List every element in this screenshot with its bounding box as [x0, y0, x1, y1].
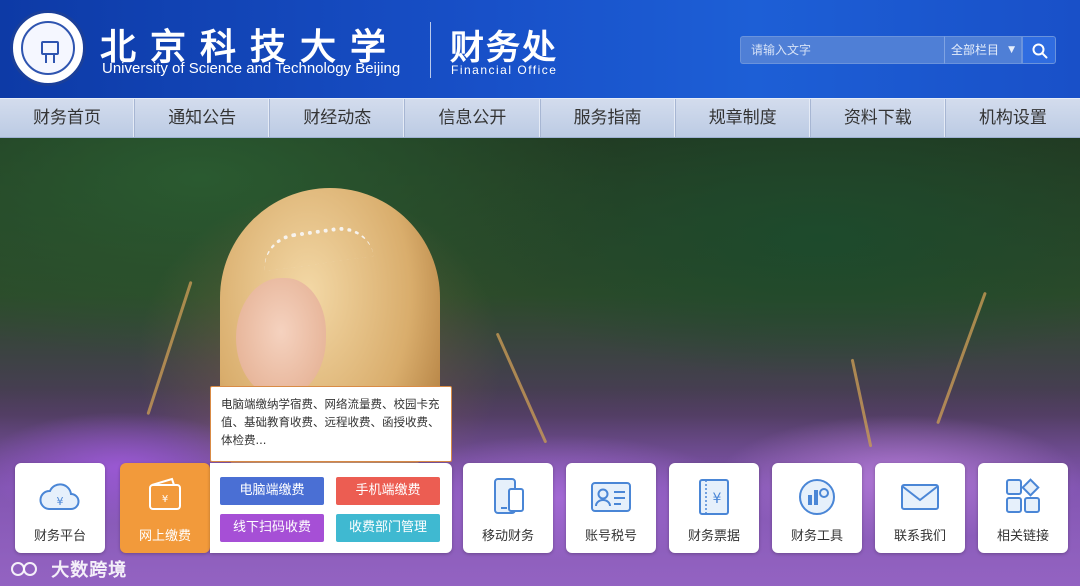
tile-label: 财务票据 — [687, 529, 740, 544]
tile-related-links[interactable]: 相关链接 — [978, 463, 1068, 553]
office-name-cn: 财务处 — [450, 28, 558, 68]
banner-girl-face — [236, 278, 326, 398]
nav-item-home[interactable]: 财务首页 — [0, 99, 136, 137]
tile-account-tax-id[interactable]: 账号税号 — [566, 463, 656, 553]
mail-icon — [901, 484, 939, 510]
tile-contact-us[interactable]: 联系我们 — [875, 463, 965, 553]
receipt-yen-icon: ¥ — [699, 479, 729, 515]
search-input[interactable] — [740, 36, 944, 64]
watermark: 大数跨境 — [10, 556, 127, 582]
tile-finance-platform[interactable]: ¥ 财务平台 — [15, 463, 105, 553]
school-name-en: University of Science and Technology Bei… — [102, 60, 401, 77]
svg-text:¥: ¥ — [57, 495, 64, 508]
tile-online-payment[interactable]: ¥ 网上缴费 — [120, 463, 210, 553]
mobile-icon — [494, 478, 524, 514]
wallet-icon: ¥ — [149, 477, 181, 510]
nav-item-organization[interactable]: 机构设置 — [946, 99, 1080, 137]
watermark-text: 大数跨境 — [51, 560, 128, 581]
online-payment-tooltip: 电脑端缴纳学宿费、网络流量费、校园卡充值、基础教育收费、远程收费、函授收费、体检… — [210, 386, 452, 462]
search-icon — [1032, 43, 1048, 59]
watermark-logo-icon — [11, 562, 37, 576]
tile-label: 移动财务 — [481, 529, 534, 544]
svg-text:¥: ¥ — [713, 491, 722, 507]
site-header: 北京科技大学 University of Science and Technol… — [0, 0, 1080, 98]
nav-item-regulations[interactable]: 规章制度 — [676, 99, 811, 137]
nav-item-finance-news[interactable]: 财经动态 — [270, 99, 406, 137]
nav-item-downloads[interactable]: 资料下载 — [811, 99, 946, 137]
search-scope-select[interactable]: 全部栏目 ▼ — [944, 36, 1022, 64]
search-button[interactable] — [1022, 36, 1056, 64]
seal-ding-emblem — [41, 41, 59, 63]
title-divider — [430, 22, 431, 78]
tile-finance-tools[interactable]: 财务工具 — [772, 463, 862, 553]
tile-label: 相关链接 — [996, 529, 1049, 544]
calculator-icon — [799, 479, 835, 515]
tile-label: 财务平台 — [33, 529, 86, 544]
tile-label: 账号税号 — [584, 529, 637, 544]
tile-finance-receipts[interactable]: ¥ 财务票据 — [669, 463, 759, 553]
cloud-yen-icon: ¥ — [39, 483, 80, 510]
tile-label: 网上缴费 — [138, 529, 191, 544]
main-nav: 财务首页 通知公告 财经动态 信息公开 服务指南 规章制度 资料下载 机构设置 — [0, 98, 1080, 138]
svg-text:¥: ¥ — [162, 494, 168, 505]
payment-options-panel: 电脑端缴费 手机端缴费 线下扫码收费 收费部门管理 — [210, 463, 452, 553]
tile-mobile-finance[interactable]: 移动财务 — [463, 463, 553, 553]
nav-item-service-guide[interactable]: 服务指南 — [541, 99, 676, 137]
mobile-payment-button[interactable]: 手机端缴费 — [336, 477, 440, 505]
tile-label: 联系我们 — [893, 529, 946, 544]
offline-scan-payment-button[interactable]: 线下扫码收费 — [220, 514, 324, 542]
fee-department-management-button[interactable]: 收费部门管理 — [336, 514, 440, 542]
search-bar: 全部栏目 ▼ — [740, 36, 1056, 64]
id-card-icon — [591, 482, 631, 512]
university-seal-logo[interactable] — [10, 10, 86, 86]
nav-item-info-disclosure[interactable]: 信息公开 — [405, 99, 541, 137]
grid-links-icon — [1006, 478, 1040, 513]
dropdown-caret-icon: ▼ — [1008, 45, 1015, 55]
nav-item-notices[interactable]: 通知公告 — [135, 99, 271, 137]
office-name-en: Financial Office — [451, 63, 558, 77]
pc-payment-button[interactable]: 电脑端缴费 — [220, 477, 324, 505]
search-scope-value: 全部栏目 — [951, 43, 1000, 57]
tile-label: 财务工具 — [790, 529, 843, 544]
